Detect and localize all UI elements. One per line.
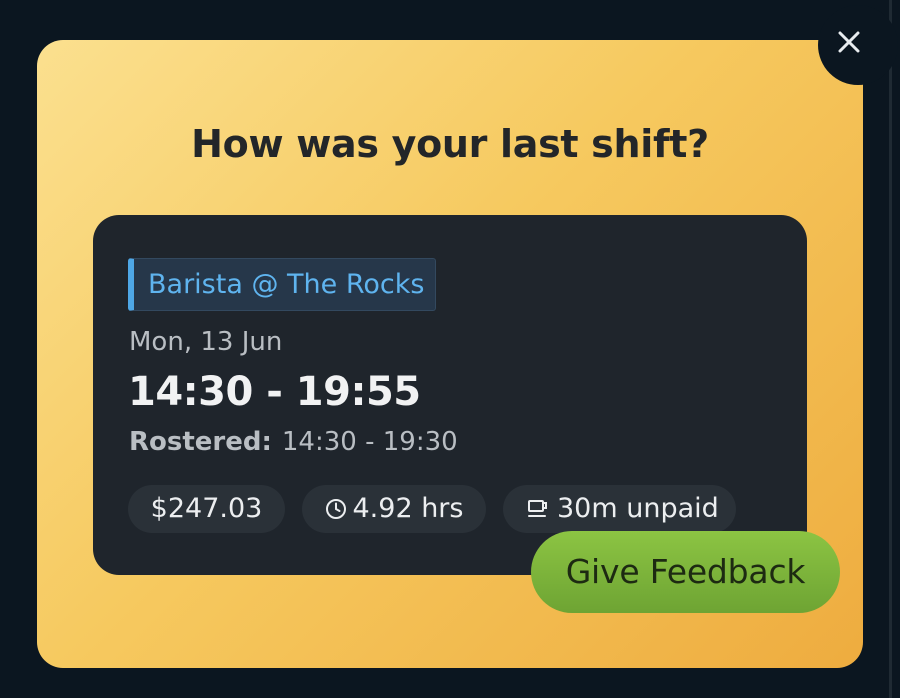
shift-time: 14:30 - 19:55	[128, 369, 421, 415]
pay-amount: $247.03	[150, 493, 263, 524]
hours-pill: 4.92 hrs	[302, 485, 486, 533]
rostered-label: Rostered:	[129, 427, 272, 457]
clock-icon	[325, 499, 346, 519]
close-icon	[838, 31, 860, 53]
modal-title: How was your last shift?	[191, 122, 709, 166]
role-tag: Barista @ The Rocks	[128, 258, 436, 311]
screen-edge	[889, 0, 892, 698]
hours-value: 4.92 hrs	[352, 493, 464, 524]
close-button[interactable]	[818, 5, 898, 85]
coffee-cup-icon	[528, 500, 547, 517]
rostered-time: 14:30 - 19:30	[281, 427, 458, 457]
pay-pill: $247.03	[128, 485, 285, 533]
rostered-info: Rostered: 14:30 - 19:30	[129, 427, 458, 457]
break-value: 30m unpaid	[557, 493, 719, 524]
give-feedback-button[interactable]: Give Feedback	[531, 531, 840, 613]
break-pill: 30m unpaid	[503, 485, 736, 533]
shift-date: Mon, 13 Jun	[129, 327, 283, 357]
